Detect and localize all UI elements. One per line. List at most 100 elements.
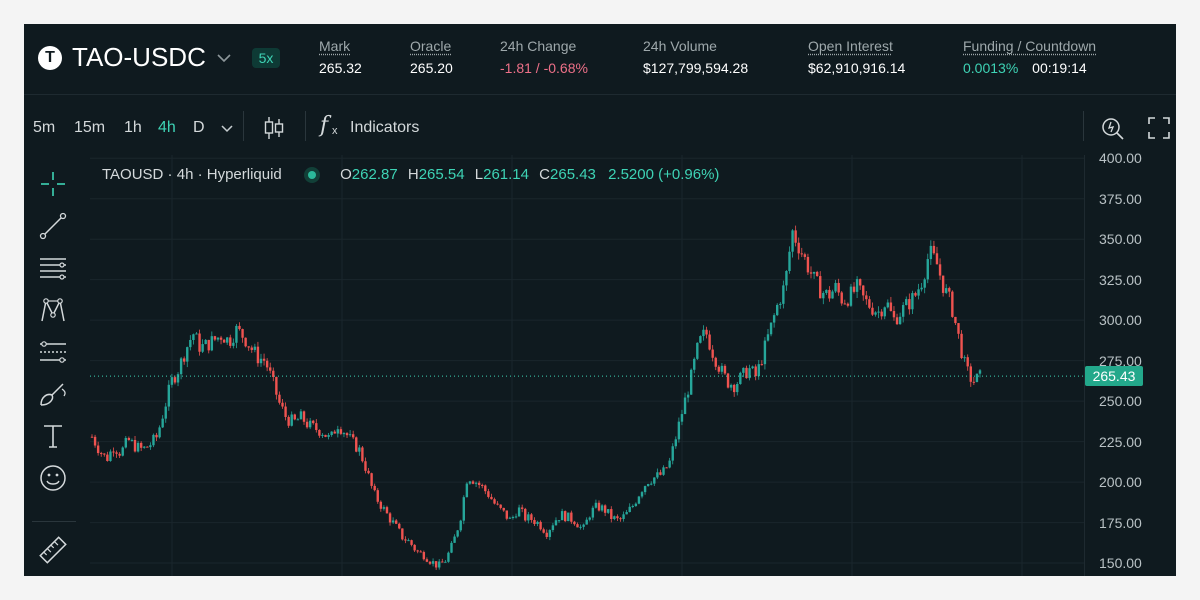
fx-subscript: x (332, 125, 338, 137)
candle-body (490, 496, 493, 500)
candle-body (373, 485, 376, 491)
candle-body (665, 467, 668, 469)
candle-body (711, 349, 714, 358)
ruler-icon[interactable] (38, 535, 68, 565)
timeframe-1h[interactable]: 1h (124, 119, 142, 137)
text-tool-icon[interactable] (38, 421, 68, 451)
chevron-down-icon[interactable] (220, 121, 234, 135)
candle-body (136, 442, 140, 452)
candle-body (969, 366, 972, 382)
alert-search-icon[interactable] (1100, 115, 1126, 141)
leverage-badge[interactable]: 5x (252, 48, 280, 68)
candle-body (447, 552, 450, 562)
candle-body (302, 411, 306, 422)
candle-body (431, 561, 435, 564)
candle-body (484, 485, 487, 492)
candle-body (201, 344, 204, 352)
candle-body (683, 397, 687, 415)
candle-body (330, 431, 333, 436)
trend-line-icon[interactable] (38, 211, 68, 241)
candle-body (318, 429, 321, 436)
candle-body (825, 289, 828, 293)
candle-body (103, 453, 106, 455)
price-tick: 375.00 (1099, 190, 1142, 207)
candle-body (653, 477, 656, 484)
candle-body (941, 275, 945, 293)
candle-body (883, 307, 886, 317)
timeframe-4h[interactable]: 4h (158, 119, 176, 137)
candle-body (865, 295, 868, 300)
candle-body (551, 525, 555, 531)
candle-body (450, 542, 453, 553)
candle-body (434, 561, 438, 568)
candle-body (149, 445, 152, 448)
candle-body (582, 524, 585, 527)
candle-body (800, 253, 803, 255)
candle-body (520, 507, 524, 509)
candle-body (966, 357, 969, 367)
candle-body (247, 346, 250, 348)
candle-body (570, 512, 573, 522)
fullscreen-icon[interactable] (1148, 117, 1170, 139)
horizontal-lines-icon[interactable] (38, 253, 68, 283)
candle-body (892, 311, 896, 318)
live-status-icon (307, 170, 316, 179)
candle-body (121, 447, 124, 456)
candle-body (210, 336, 214, 351)
candle-body (477, 482, 481, 485)
candle-body (182, 358, 186, 362)
indicators-label: Indicators (350, 119, 420, 136)
candle-body (972, 381, 976, 383)
candle-body (613, 516, 616, 519)
candle-body (262, 358, 266, 361)
candle-body (265, 360, 269, 368)
candle-body (367, 470, 370, 474)
tools-divider (32, 521, 76, 522)
candle-body (219, 337, 223, 340)
crosshair-icon[interactable] (38, 169, 68, 199)
pair-selector[interactable]: TAO-USDC (72, 42, 206, 73)
candle-body (493, 499, 496, 504)
candle-body (471, 481, 475, 484)
candle-body (133, 439, 137, 452)
price-axis[interactable]: 400.00 375.00 350.00 325.00 300.00 275.00 250.… (1084, 150, 1176, 576)
candle-body (106, 454, 109, 461)
candle-body (693, 358, 696, 370)
brush-icon[interactable] (38, 379, 68, 409)
candle-body (296, 419, 300, 421)
candle-body (791, 230, 794, 252)
candle-body (616, 516, 619, 519)
emoji-icon[interactable] (38, 463, 68, 493)
candles-icon[interactable] (262, 115, 286, 141)
candle-body (840, 292, 843, 304)
candle-body (155, 434, 158, 438)
candle-body (394, 520, 398, 524)
chevron-down-icon[interactable] (214, 48, 234, 68)
candle-body (179, 358, 183, 375)
price-chart[interactable]: TAOUSD · 4h · Hyperliquid O262.87 H265.5… (90, 155, 1084, 576)
pattern-icon[interactable] (38, 295, 68, 325)
candle-body (459, 520, 462, 531)
timeframe-15m[interactable]: 15m (74, 119, 105, 137)
candle-body (348, 434, 352, 436)
timeframe-5m[interactable]: 5m (33, 119, 55, 137)
candle-body (342, 433, 346, 435)
stat-label: 24h Volume (643, 38, 717, 54)
candlestick-plot[interactable] (90, 155, 1084, 576)
candle-body (312, 420, 315, 424)
fib-icon[interactable] (38, 337, 68, 367)
candle-body (732, 384, 736, 393)
candle-body (932, 245, 936, 254)
candle-body (204, 339, 207, 345)
candle-body (416, 550, 419, 552)
stat-label: Funding / Countdown (963, 38, 1097, 54)
stat-value: $62,910,916.14 (808, 60, 906, 76)
candle-body (376, 490, 379, 502)
timeframe-d[interactable]: D (193, 119, 205, 137)
candle-body (812, 271, 816, 274)
stat-oracle: Oracle 265.20 (410, 38, 453, 76)
candle-body (524, 508, 527, 521)
candle-body (656, 472, 659, 478)
candle-body (115, 452, 118, 454)
candle-body (837, 282, 840, 293)
